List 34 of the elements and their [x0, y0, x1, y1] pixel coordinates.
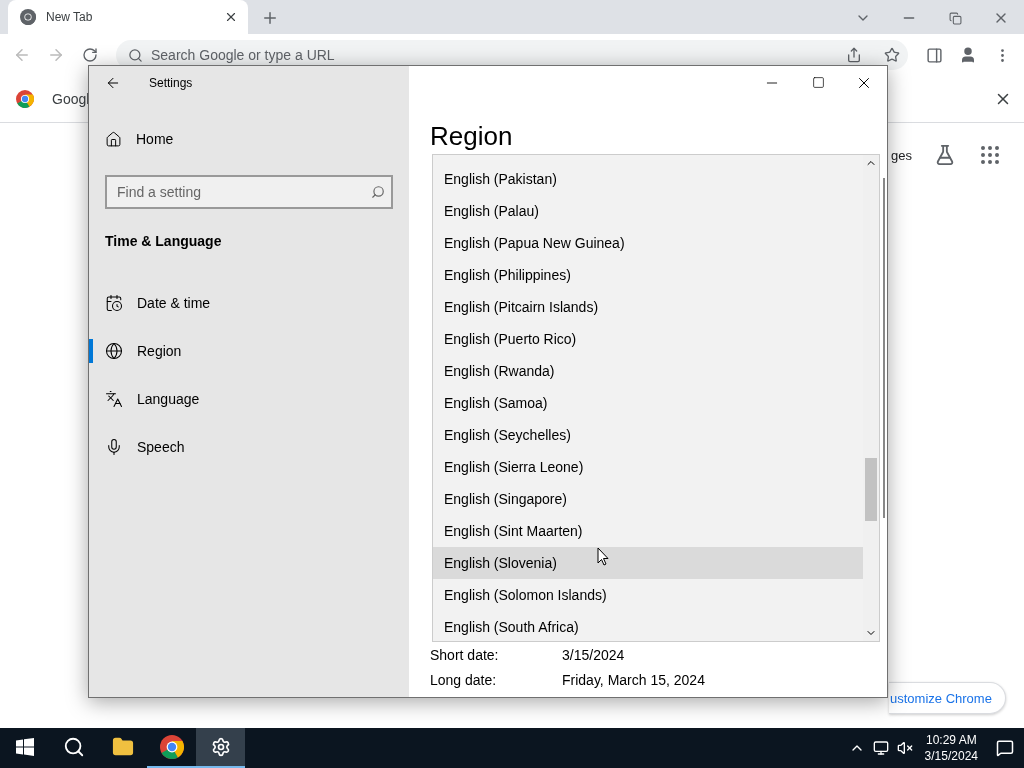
- window-title: Settings: [149, 75, 193, 90]
- dropdown-option[interactable]: English (Papua New Guinea): [433, 227, 863, 259]
- format-label: Long date:: [430, 671, 498, 688]
- dropdown-option[interactable]: English (Slovenia): [433, 547, 863, 579]
- dropdown-option[interactable]: English (Pakistan): [433, 163, 863, 195]
- format-label: Short date:: [430, 646, 500, 663]
- format-value: 3/15/2024: [562, 646, 625, 663]
- dropdown-option[interactable]: English (Samoa): [433, 387, 863, 419]
- nav-item[interactable]: Region: [89, 327, 409, 375]
- dropdown-option[interactable]: English (Sierra Leone): [433, 451, 863, 483]
- clock[interactable]: 10:29 AM 3/15/2024: [924, 732, 978, 764]
- search-field[interactable]: Find a setting: [105, 175, 393, 209]
- link-text[interactable]: ges: [891, 147, 912, 163]
- dropdown-option[interactable]: English (Singapore): [433, 483, 863, 515]
- shortcut-label: Googl: [52, 91, 90, 107]
- dropdown-option[interactable]: English (South Africa): [433, 611, 863, 641]
- dropdown-option[interactable]: English (Pitcairn Islands): [433, 291, 863, 323]
- dropdown-option[interactable]: English (Seychelles): [433, 419, 863, 451]
- nav-item[interactable]: Date & time: [89, 279, 409, 327]
- page-heading: Region: [430, 121, 514, 153]
- nav-item[interactable]: Language: [89, 375, 409, 423]
- section-title: Time & Language: [105, 233, 223, 249]
- tab-title: New Tab: [46, 10, 94, 24]
- nav-item[interactable]: Home: [105, 115, 393, 163]
- dropdown-option[interactable]: English (Puerto Rico): [433, 323, 863, 355]
- format-value: Friday, March 15, 2024: [562, 671, 705, 688]
- dropdown-option[interactable]: English (Philippines): [433, 259, 863, 291]
- nav-item[interactable]: Speech: [89, 423, 409, 471]
- browser-tab[interactable]: New Tab: [8, 0, 248, 34]
- dropdown-option[interactable]: English (Sint Maarten): [433, 515, 863, 547]
- dropdown-option[interactable]: English (Rwanda): [433, 355, 863, 387]
- dropdown-option[interactable]: English (Palau): [433, 195, 863, 227]
- customize-chrome-button[interactable]: ustomize Chrome: [889, 682, 1006, 714]
- dropdown-option[interactable]: English (Solomon Islands): [433, 579, 863, 611]
